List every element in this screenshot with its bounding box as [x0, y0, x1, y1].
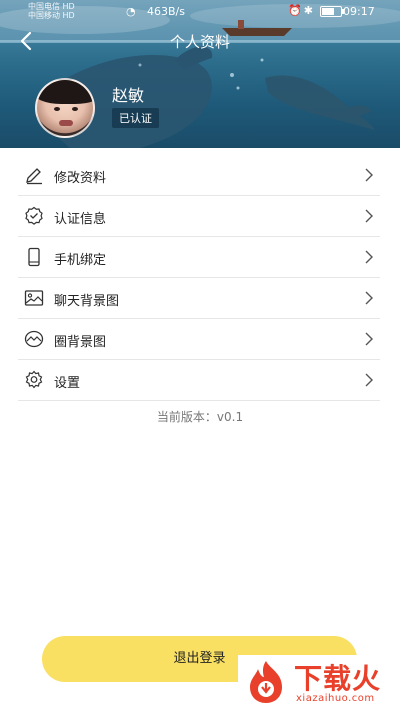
watermark-site: xiazaihuo.com: [296, 693, 375, 704]
version-text: 当前版本：v0.1: [156, 410, 244, 424]
alarm-bluetooth-icons: ⏰✱: [288, 4, 315, 17]
chevron-right-icon: [365, 373, 373, 387]
chevron-right-icon: [365, 332, 373, 346]
landscape-icon: [24, 330, 44, 348]
menu-item-chat-background[interactable]: 聊天背景图: [18, 278, 380, 319]
carrier-label: 中国电信 HD 中国移动 HD: [28, 2, 75, 20]
status-bar: 中国电信 HD 中国移动 HD ◔ 463B/s ⏰✱ 09:17: [0, 0, 400, 24]
verified-badge: 已认证: [112, 108, 159, 128]
username: 赵敏: [112, 86, 145, 105]
wifi-icon: ◔: [126, 5, 136, 18]
menu-item-circle-background[interactable]: 圈背景图: [18, 319, 380, 360]
chevron-right-icon: [365, 250, 373, 264]
settings-menu: 修改资料 认证信息 手机绑定 聊天背景图 圈背景图 设置: [18, 155, 380, 401]
watermark: 下载火 xiazaihuo.com: [238, 655, 400, 710]
flame-logo-icon: [250, 661, 282, 703]
phone-icon: [28, 247, 40, 267]
image-icon: [24, 290, 44, 306]
chevron-right-icon: [365, 209, 373, 223]
menu-item-label: 设置: [54, 376, 81, 391]
gear-icon: [25, 370, 43, 389]
chevron-right-icon: [365, 168, 373, 182]
battery-fill: [322, 8, 334, 15]
menu-item-label: 聊天背景图: [54, 294, 120, 309]
menu-item-settings[interactable]: 设置: [18, 360, 380, 401]
pencil-icon: [26, 168, 42, 185]
profile-header-banner: 中国电信 HD 中国移动 HD ◔ 463B/s ⏰✱ 09:17 个人资料 赵…: [0, 0, 400, 148]
menu-item-label: 修改资料: [54, 171, 107, 186]
battery-icon: [320, 6, 344, 17]
network-speed: 463B/s: [147, 5, 185, 18]
menu-item-label: 认证信息: [54, 212, 107, 227]
watermark-brand: 下载火: [294, 662, 382, 695]
menu-item-phone-binding[interactable]: 手机绑定: [18, 237, 380, 278]
shield-check-icon: [25, 206, 43, 225]
carrier-line-1: 中国电信 HD: [28, 2, 75, 11]
chevron-right-icon: [365, 291, 373, 305]
avatar[interactable]: [35, 78, 95, 138]
status-time: 09:17: [343, 5, 375, 18]
carrier-line-2: 中国移动 HD: [28, 11, 75, 20]
menu-item-label: 手机绑定: [54, 253, 107, 268]
page-title: 个人资料: [169, 33, 230, 51]
menu-item-edit-profile[interactable]: 修改资料: [18, 155, 380, 196]
menu-item-label: 圈背景图: [54, 335, 107, 350]
menu-item-verification-info[interactable]: 认证信息: [18, 196, 380, 237]
